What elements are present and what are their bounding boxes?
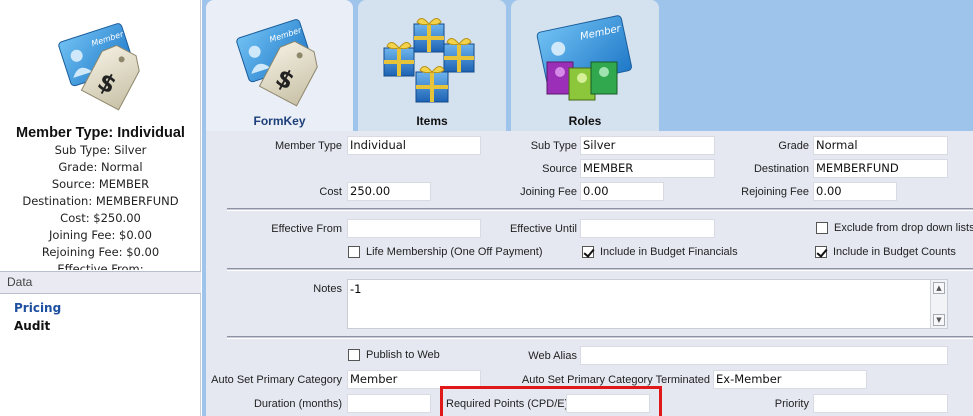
summary-cost: Cost: $250.00 bbox=[60, 211, 141, 225]
destination-label: Destination bbox=[753, 163, 809, 175]
auto-primary-category-label: Auto Set Primary Category bbox=[211, 374, 342, 386]
sub-type-field[interactable]: Silver bbox=[580, 136, 715, 155]
duration-label: Duration (months) bbox=[253, 398, 342, 410]
tab-formkey[interactable]: Member $ FormKey bbox=[206, 0, 353, 131]
summary-source: Source: MEMBER bbox=[51, 177, 150, 191]
checkbox-box[interactable] bbox=[816, 222, 828, 234]
section-divider bbox=[227, 268, 973, 271]
joining-fee-label: Joining Fee bbox=[520, 186, 577, 198]
source-label: Source bbox=[542, 163, 577, 175]
priority-label: Priority bbox=[774, 398, 809, 410]
effective-from-field[interactable] bbox=[347, 219, 481, 238]
tab-roles[interactable]: Member Roles bbox=[511, 0, 659, 131]
member-roles-icon: Member bbox=[511, 10, 659, 110]
destination-field[interactable]: MEMBERFUND bbox=[813, 159, 948, 178]
include-budget-financials-checkbox[interactable]: Include in Budget Financials bbox=[582, 246, 738, 258]
exclude-dropdown-checkbox[interactable]: Exclude from drop down lists bbox=[816, 222, 973, 234]
effective-from-label: Effective From bbox=[271, 223, 342, 235]
member-type-title: Member Type: Individual bbox=[16, 125, 185, 141]
exclude-dropdown-label: Exclude from drop down lists bbox=[834, 222, 973, 234]
web-alias-label: Web Alias bbox=[528, 350, 577, 362]
include-budget-counts-checkbox[interactable]: Include in Budget Counts bbox=[815, 246, 956, 258]
grade-label: Grade bbox=[778, 140, 809, 152]
source-field[interactable]: MEMBER bbox=[580, 159, 715, 178]
pricing-link[interactable]: Pricing bbox=[14, 301, 61, 315]
cost-label: Cost bbox=[319, 186, 342, 198]
member-card-price-tag-icon: Member $ bbox=[55, 14, 147, 114]
summary-effective-from: Effective From: bbox=[57, 262, 144, 270]
life-membership-label: Life Membership (One Off Payment) bbox=[366, 246, 543, 258]
summary-joining-fee: Joining Fee: $0.00 bbox=[49, 228, 152, 242]
checkbox-box[interactable] bbox=[348, 349, 360, 361]
summary-sub-type: Sub Type: Silver bbox=[54, 143, 147, 157]
include-budget-financials-label: Include in Budget Financials bbox=[600, 246, 738, 258]
tab-formkey-label: FormKey bbox=[253, 114, 306, 128]
notes-text: -1 bbox=[350, 282, 362, 296]
checkbox-box-checked[interactable] bbox=[582, 246, 594, 258]
tab-items-label: Items bbox=[416, 114, 448, 128]
web-alias-field[interactable] bbox=[580, 346, 948, 365]
checkbox-box-checked[interactable] bbox=[815, 246, 827, 258]
notes-textarea[interactable]: -1 ▲ ▼ bbox=[347, 279, 948, 329]
duration-field[interactable] bbox=[347, 394, 431, 413]
effective-until-field[interactable] bbox=[580, 219, 715, 238]
member-summary: Member Type: Individual Sub Type: Silver… bbox=[0, 122, 201, 270]
rejoining-fee-label: Rejoining Fee bbox=[741, 186, 809, 198]
summary-grade: Grade: Normal bbox=[58, 160, 143, 174]
effective-until-label: Effective Until bbox=[509, 223, 577, 235]
life-membership-checkbox[interactable]: Life Membership (One Off Payment) bbox=[348, 246, 542, 258]
notes-label: Notes bbox=[313, 283, 342, 295]
section-divider bbox=[227, 336, 973, 339]
gift-boxes-icon bbox=[358, 10, 506, 110]
joining-fee-field[interactable]: 0.00 bbox=[580, 182, 664, 201]
auto-primary-category-terminated-field[interactable]: Ex-Member bbox=[713, 370, 867, 389]
scroll-up-icon[interactable]: ▲ bbox=[933, 282, 945, 294]
left-panel: Member $ Member Type: Individual Sub Typ… bbox=[0, 0, 201, 416]
audit-link[interactable]: Audit bbox=[14, 319, 50, 333]
publish-to-web-label: Publish to Web bbox=[366, 349, 440, 361]
highlight-box bbox=[440, 386, 662, 416]
member-type-label: Member Type bbox=[274, 140, 342, 152]
checkbox-box[interactable] bbox=[348, 246, 360, 258]
include-budget-counts-label: Include in Budget Counts bbox=[833, 246, 956, 258]
priority-field[interactable] bbox=[813, 394, 948, 413]
scroll-down-icon[interactable]: ▼ bbox=[933, 314, 945, 326]
grade-field[interactable]: Normal bbox=[813, 136, 948, 155]
section-divider bbox=[227, 208, 973, 211]
sub-type-label: Sub Type bbox=[530, 140, 577, 152]
summary-destination: Destination: MEMBERFUND bbox=[22, 194, 179, 208]
tab-items[interactable]: Items bbox=[358, 0, 506, 131]
cost-field[interactable]: 250.00 bbox=[347, 182, 431, 201]
notes-scrollbar[interactable]: ▲ ▼ bbox=[930, 280, 947, 328]
publish-to-web-checkbox[interactable]: Publish to Web bbox=[348, 349, 440, 361]
summary-rejoining-fee: Rejoining Fee: $0.00 bbox=[41, 245, 160, 259]
member-card-price-tag-icon: Member $ bbox=[206, 10, 353, 110]
data-section-header: Data bbox=[0, 271, 201, 294]
member-type-field[interactable]: Individual bbox=[347, 136, 481, 155]
auto-primary-category-terminated-label: Auto Set Primary Category Terminated bbox=[521, 374, 710, 386]
tab-roles-label: Roles bbox=[568, 114, 602, 128]
rejoining-fee-field[interactable]: 0.00 bbox=[813, 182, 897, 201]
